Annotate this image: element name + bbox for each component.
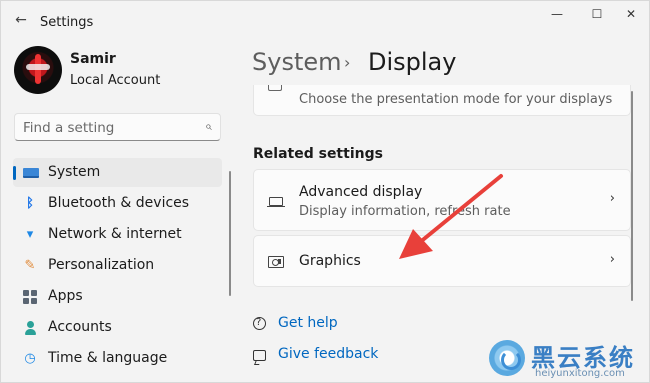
brush-icon: ✎ (24, 258, 36, 273)
help-icon (253, 317, 266, 330)
sidebar-item-system[interactable]: System (13, 158, 222, 187)
chevron-right-icon: › (609, 252, 615, 267)
search-input[interactable]: Find a setting ⌕ (14, 113, 221, 141)
sidebar-item-label: Apps (48, 288, 83, 304)
arrow-left-icon: ← (15, 12, 27, 28)
person-icon (25, 321, 36, 335)
chevron-right-icon: › (344, 53, 351, 72)
card-title: Graphics (299, 253, 361, 269)
sidebar-item-accounts[interactable]: Accounts (13, 313, 222, 342)
card-description: Display information, refresh rate (299, 204, 511, 219)
search-placeholder: Find a setting (23, 120, 115, 136)
link-label: Give feedback (278, 346, 379, 362)
globe-clock-icon: ◷ (24, 351, 36, 366)
graphics-card[interactable]: Graphics › (253, 235, 631, 287)
maximize-button[interactable]: ☐ (581, 5, 613, 23)
search-icon[interactable]: ⌕ (205, 119, 212, 134)
sidebar-item-label: Accounts (48, 319, 112, 335)
sidebar-item-network[interactable]: ▾ Network & internet (13, 220, 222, 249)
advanced-display-card[interactable]: Advanced display Display information, re… (253, 169, 631, 231)
sidebar-scrollbar[interactable] (229, 171, 231, 296)
account-type: Local Account (70, 73, 161, 88)
watermark-url: heiyunxitong.com (535, 368, 625, 379)
avatar[interactable] (14, 46, 62, 94)
close-button[interactable]: ✕ (615, 5, 647, 23)
presentation-mode-card[interactable]: Choose the presentation mode for your di… (253, 85, 631, 116)
breadcrumb-parent[interactable]: System (252, 48, 342, 76)
sidebar-item-label: Personalization (48, 257, 155, 273)
sidebar-item-label: Time & language (48, 350, 168, 366)
sidebar-item-bluetooth[interactable]: ᛒ Bluetooth & devices (13, 189, 222, 218)
display-mode-icon (268, 85, 282, 91)
sidebar-item-label: Bluetooth & devices (48, 195, 190, 211)
related-settings-heading: Related settings (253, 146, 383, 162)
app-title: Settings (40, 15, 94, 30)
monitor-icon (267, 197, 285, 208)
card-title: Advanced display (299, 184, 423, 200)
wifi-icon: ▾ (26, 227, 34, 242)
settings-window: ← Settings — ☐ ✕ Samir Local Account Fin… (0, 0, 650, 383)
sidebar-item-time-language[interactable]: ◷ Time & language (13, 344, 222, 373)
link-label: Get help (278, 315, 338, 331)
selection-indicator (13, 166, 16, 180)
sidebar-item-label: System (48, 164, 101, 180)
watermark: 黑云系统 heiyunxitong.com (489, 338, 641, 382)
title-bar: ← Settings — ☐ ✕ (1, 1, 650, 41)
system-icon (23, 168, 39, 178)
graphics-card-icon (268, 256, 284, 268)
back-button[interactable]: ← (9, 9, 33, 31)
user-name: Samir (70, 51, 116, 67)
bluetooth-icon: ᛒ (26, 196, 34, 211)
apps-icon (23, 290, 37, 304)
sidebar-item-personalization[interactable]: ✎ Personalization (13, 251, 222, 280)
chevron-right-icon: › (609, 191, 615, 206)
watermark-logo-icon (489, 340, 525, 376)
main-scrollbar[interactable] (631, 91, 633, 301)
feedback-icon (253, 350, 266, 361)
minimize-button[interactable]: — (541, 5, 573, 23)
sidebar-item-apps[interactable]: Apps (13, 282, 222, 311)
card-description: Choose the presentation mode for your di… (299, 92, 613, 107)
sidebar-item-label: Network & internet (48, 226, 182, 242)
page-title: Display (368, 48, 457, 76)
